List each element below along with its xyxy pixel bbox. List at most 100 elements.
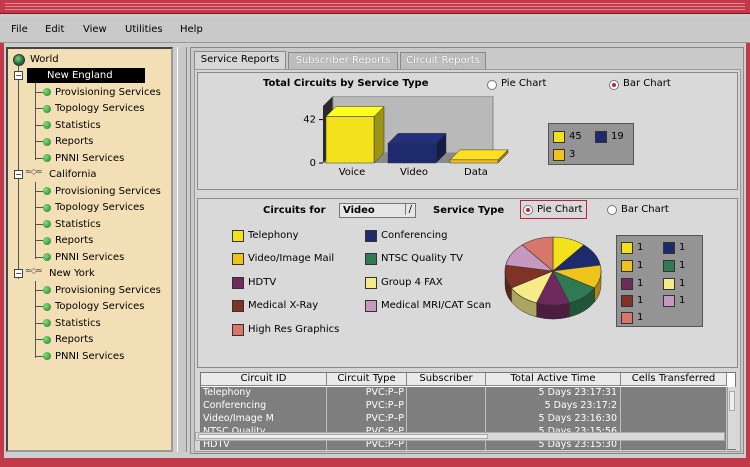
menu-edit[interactable]: Edit (45, 24, 64, 35)
tree-connector (35, 182, 36, 259)
tree-item-pnni[interactable]: PNNI Services (55, 151, 124, 166)
tree-item-topology[interactable]: Topology Services (55, 101, 145, 116)
tree-connector (35, 207, 43, 208)
menu-bar: File Edit View Utilities Help (0, 17, 750, 43)
collapse-new-england-icon[interactable]: − (14, 71, 23, 80)
column-header-cells-transferred[interactable]: Cells Transferred (621, 373, 727, 386)
vertical-scrollbar[interactable] (727, 387, 736, 449)
collapse-new-york-icon[interactable]: − (14, 269, 23, 278)
key-swatch (232, 277, 244, 289)
legend-swatch (621, 295, 633, 307)
tree-item-statistics[interactable]: Statistics (55, 217, 101, 232)
tree-item-topology[interactable]: Topology Services (55, 200, 145, 215)
tree-item-reports[interactable]: Reports (55, 233, 93, 248)
tree-item-pnni[interactable]: PNNI Services (55, 250, 124, 265)
tree-connector (35, 141, 43, 142)
key-label: Telephony (248, 230, 299, 241)
tab-service-reports[interactable]: Service Reports (194, 51, 286, 70)
tree-connector (35, 125, 43, 126)
legend-swatch (663, 242, 675, 254)
report-area: Service Reports Subscriber Reports Circu… (190, 47, 744, 454)
legend-value: 1 (679, 260, 686, 271)
column-header-circuit-id[interactable]: Circuit ID (201, 373, 327, 386)
legend-value: 45 (569, 131, 582, 142)
menu-help[interactable]: Help (180, 24, 203, 35)
menu-view[interactable]: View (83, 24, 107, 35)
table-row[interactable]: Video/Image M PVC:P–P 5 Days 23:16:30 (201, 413, 727, 426)
key-label: High Res Graphics (248, 324, 340, 335)
tree-connector (35, 191, 43, 192)
tree-item-provisioning[interactable]: Provisioning Services (55, 85, 161, 100)
tree-connector (35, 306, 43, 307)
status-ok-icon (43, 138, 51, 146)
legend-swatch (595, 131, 607, 143)
column-header-total-active-time[interactable]: Total Active Time (486, 373, 621, 386)
cell-cells-transferred (621, 400, 727, 413)
bar-chart-radio[interactable] (609, 80, 619, 90)
status-ok-icon (43, 253, 51, 261)
legend-swatch (663, 278, 675, 290)
cell-circuit-id: Telephony (203, 387, 327, 400)
tree-connector (35, 92, 43, 93)
legend-value: 1 (679, 278, 686, 289)
status-ok-icon (43, 204, 51, 212)
tree-item-statistics[interactable]: Statistics (55, 316, 101, 331)
legend-swatch (663, 260, 675, 272)
key-swatch (232, 230, 244, 242)
column-header-circuit-type[interactable]: Circuit Type (327, 373, 407, 386)
horizontal-scrollbar[interactable] (195, 432, 725, 441)
total-circuits-section: Total Circuits by Service Type Pie Chart… (197, 72, 738, 190)
tree-region-new-york[interactable]: New York (49, 266, 95, 281)
menu-file[interactable]: File (11, 24, 28, 35)
pie-chart-radio[interactable] (523, 205, 533, 215)
tree-item-statistics[interactable]: Statistics (55, 118, 101, 133)
tree-region-california[interactable]: California (49, 167, 97, 182)
dropdown-value: Video (343, 205, 375, 216)
service-dropdown[interactable]: Video / (339, 203, 416, 218)
status-ok-icon (43, 336, 51, 344)
bar-chart-radio-label[interactable]: Bar Chart (623, 78, 671, 89)
bar (387, 143, 437, 164)
tree-root-world[interactable]: World (30, 52, 59, 67)
pie-chart-radio-label[interactable]: Pie Chart (537, 204, 582, 215)
tree-item-reports[interactable]: Reports (55, 134, 93, 149)
bar (325, 116, 375, 164)
scrollbar-thumb[interactable] (729, 391, 735, 411)
tree-item-topology[interactable]: Topology Services (55, 299, 145, 314)
table-row[interactable]: Telephony PVC:P–P 5 Days 23:17:31 (201, 387, 727, 400)
cell-subscriber (407, 400, 486, 413)
tree-connector (35, 83, 36, 160)
legend-value: 1 (637, 242, 644, 253)
scrollbar-thumb[interactable] (198, 434, 488, 439)
collapse-california-icon[interactable]: − (14, 170, 23, 179)
network-icon: ≈◇≈ (25, 266, 43, 275)
bar-chart-radio-label[interactable]: Bar Chart (621, 204, 669, 215)
panel-splitter[interactable] (177, 47, 187, 452)
pie-chart (504, 236, 602, 320)
menu-utilities[interactable]: Utilities (125, 24, 163, 35)
tree-item-provisioning[interactable]: Provisioning Services (55, 283, 161, 298)
pie-chart-legend: 1 1 1 1 1 1 1 1 1 (616, 235, 703, 327)
x-tick-label: Video (400, 167, 428, 176)
table-row[interactable]: Conferencing PVC:P–P 5 Days 23:17:2 (201, 400, 727, 413)
status-ok-icon (43, 220, 51, 228)
tree-item-reports[interactable]: Reports (55, 332, 93, 347)
status-ok-icon (43, 154, 51, 162)
tree-item-provisioning[interactable]: Provisioning Services (55, 184, 161, 199)
key-swatch (365, 230, 377, 242)
pie-chart-radio[interactable] (487, 80, 497, 90)
tree-connector (35, 290, 43, 291)
legend-swatch (621, 312, 633, 324)
tree-region-new-england[interactable]: New England (27, 68, 145, 83)
tree-connector (35, 240, 43, 241)
cell-circuit-id: Conferencing (203, 400, 327, 413)
tab-subscriber-reports[interactable]: Subscriber Reports (288, 52, 398, 69)
tree-item-pnni[interactable]: PNNI Services (55, 349, 124, 364)
column-header-subscriber[interactable]: Subscriber (407, 373, 486, 386)
tab-circuit-reports[interactable]: Circuit Reports (400, 52, 486, 69)
status-ok-icon (43, 319, 51, 327)
bar-chart-radio[interactable] (607, 205, 617, 215)
pie-chart-radio-label[interactable]: Pie Chart (501, 78, 546, 89)
window-title-bar[interactable] (0, 0, 750, 14)
dropdown-arrow-icon[interactable]: / (404, 204, 412, 215)
